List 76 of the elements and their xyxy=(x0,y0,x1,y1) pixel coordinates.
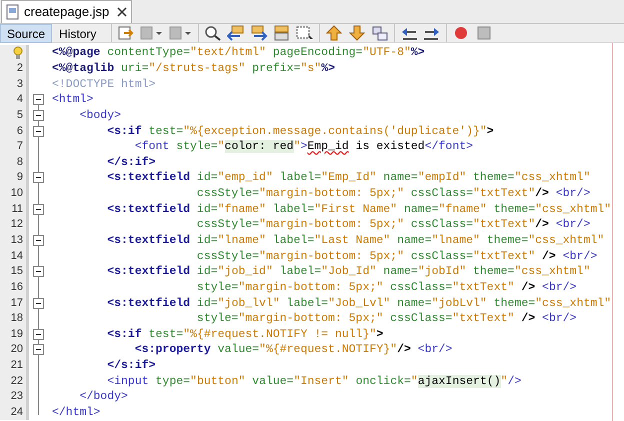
line-number: 6 xyxy=(16,126,23,137)
line-number: 3 xyxy=(16,78,23,90)
line-number: 11 xyxy=(12,204,23,215)
code-line: <body> xyxy=(78,108,122,123)
code-line: cssStyle="margin-bottom: 5px;" cssClass="txtText"/> <br/> xyxy=(196,186,590,202)
line-number: 16 xyxy=(10,282,23,293)
last-edit-icon[interactable] xyxy=(117,25,136,41)
code-line: <s:textfield id="job_lvl" label="Job_Lvl" name="jobLvl" theme="css_xhtml" xyxy=(106,296,612,311)
line-number: 19 xyxy=(10,328,23,340)
highlight-icon[interactable] xyxy=(273,25,292,41)
lightbulb-icon[interactable] xyxy=(13,46,23,60)
code-line: <%@page contentType="text/html" pageEncoding="UTF-8"%> xyxy=(51,45,425,60)
fold-toggle[interactable] xyxy=(33,298,44,309)
code-line: <%@taglib uri="/struts-tags" prefix="s"%> xyxy=(51,60,336,76)
fold-toggle[interactable] xyxy=(33,328,44,340)
shift-right-icon[interactable] xyxy=(423,25,442,41)
line-number: 4 xyxy=(16,94,23,106)
line-number: 24 xyxy=(10,407,23,418)
line-number: 20 xyxy=(10,344,23,356)
file-tab-title: createpage.jsp xyxy=(24,3,110,22)
line-number: 7 xyxy=(16,141,23,152)
selection-icon[interactable] xyxy=(296,25,314,41)
fold-toggle[interactable] xyxy=(33,204,44,215)
code-line: <s:textfield id="emp_id" label="Emp_Id" name="empId" theme="css_xhtml" xyxy=(106,170,590,186)
fold-toggle[interactable] xyxy=(33,344,44,356)
fold-toggle[interactable] xyxy=(33,172,44,184)
view-tab[interactable]: History xyxy=(52,24,104,42)
line-number: 14 xyxy=(10,250,23,262)
code-line: <font style="color: red">Emp_id is existed</font> xyxy=(134,139,474,154)
line-number: 13 xyxy=(10,235,23,246)
find-previous-icon[interactable] xyxy=(227,25,246,41)
search-icon[interactable] xyxy=(204,25,222,41)
line-number: 9 xyxy=(16,172,23,184)
code-line: style="margin-bottom: 5px;" cssClass="txtText" /> <br/> xyxy=(196,280,577,295)
code-line: style="margin-bottom: 5px;" cssClass="txtText" /> <br/> xyxy=(196,311,577,326)
fold-toggle[interactable] xyxy=(33,235,44,246)
fold-toggle[interactable] xyxy=(33,126,44,137)
file-tab[interactable]: createpage.jsp xyxy=(1,0,132,23)
code-line: <html> xyxy=(51,92,94,108)
line-number: 23 xyxy=(10,391,23,402)
code-line: cssStyle="margin-bottom: 5px;" cssClass="txtText" /> <br/> xyxy=(196,248,598,264)
code-line: <s:if test="%{#request.NOTIFY != null}"> xyxy=(106,326,384,342)
code-line: <s:textfield id="lname" label="Last Name" name="lname" theme="css_xhtml" xyxy=(106,233,604,248)
arrow-down-icon[interactable] xyxy=(348,25,366,41)
code-line: </html> xyxy=(51,405,100,420)
code-line: </body> xyxy=(78,389,128,404)
close-icon[interactable] xyxy=(117,7,128,17)
line-number: 10 xyxy=(10,188,23,200)
fold-toggle[interactable] xyxy=(33,110,44,121)
code-line: <input type="button" value="Insert" onclick="ajaxInsert()"/> xyxy=(106,374,522,389)
code-line: <!DOCTYPE html> xyxy=(51,76,156,92)
view-tab[interactable]: Source xyxy=(0,24,52,42)
fold-toggle[interactable] xyxy=(33,266,44,278)
line-number: 21 xyxy=(10,360,23,372)
line-number: 17 xyxy=(10,298,23,309)
line-number: 12 xyxy=(10,219,23,230)
code-line: cssStyle="margin-bottom: 5px;" cssClass="txtText"/> <br/> xyxy=(196,217,590,232)
shape-toggle-icon[interactable] xyxy=(371,25,390,41)
file-icon xyxy=(6,4,20,20)
code-line: <s:textfield id="fname" label="First Name" name="fname" theme="css_xhtml" xyxy=(106,202,612,217)
line-number: 2 xyxy=(16,62,23,74)
line-number: 18 xyxy=(10,313,23,324)
arrow-up-icon[interactable] xyxy=(325,25,344,41)
line-number: 8 xyxy=(16,156,23,168)
code-line: </s:if> xyxy=(106,154,156,170)
line-number: 15 xyxy=(10,266,23,278)
code-line: <s:property value="%{#request.NOTIFY}"/> <br/> xyxy=(134,342,452,358)
line-number: 22 xyxy=(10,376,23,387)
code-line: </s:if> xyxy=(106,358,156,374)
fold-toggle[interactable] xyxy=(33,94,44,106)
stop-icon[interactable] xyxy=(475,25,494,41)
line-number: 5 xyxy=(16,110,23,121)
code-line: <s:textfield id="job_id" label="Job_Id" name="jobId" theme="css_xhtml" xyxy=(106,264,590,280)
find-next-icon[interactable] xyxy=(250,25,268,41)
shift-left-icon[interactable] xyxy=(400,25,418,41)
code-line: <s:if test="%{exception.message.contains('duplicate')}"> xyxy=(106,124,494,139)
